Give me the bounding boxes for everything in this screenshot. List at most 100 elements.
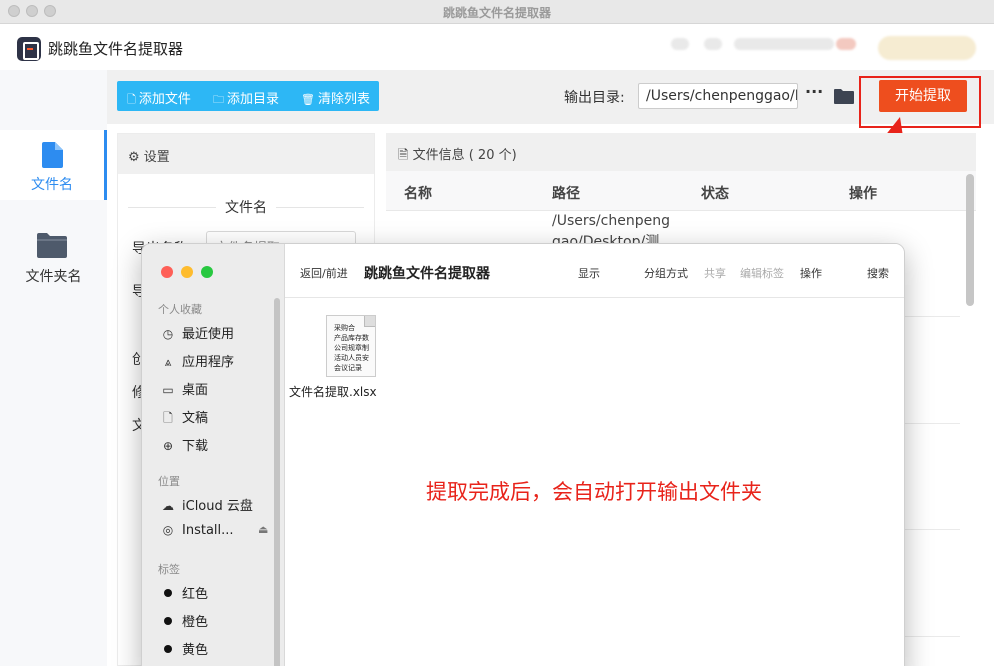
window-title: 跳跳鱼文件名提取器 xyxy=(442,6,551,20)
file-info-icon: 🗎 xyxy=(398,148,409,163)
sidebar-item-label: 红色 xyxy=(182,587,209,602)
app-logo-icon xyxy=(17,37,41,61)
add-file-label: 添加文件 xyxy=(138,92,191,107)
sidebar-item-install[interactable]: ◎ Install... ⏏ xyxy=(160,523,270,541)
sidebar-item-documents[interactable]: 🗋 文稿 xyxy=(160,407,209,426)
action-button[interactable]: 操作 xyxy=(800,265,822,281)
file-icon xyxy=(42,142,63,168)
nav-label-filename: 文件名 xyxy=(31,177,73,193)
favorites-section-label: 个人收藏 xyxy=(158,303,202,316)
disk-icon: ◎ xyxy=(162,523,174,537)
add-directory-label: 添加目录 xyxy=(227,92,280,107)
file-list-scrollbar[interactable] xyxy=(966,174,974,306)
app-name: 跳跳鱼文件名提取器 xyxy=(48,40,184,58)
sidebar-item-label: 最近使用 xyxy=(182,327,235,342)
trash-icon: 🗑 xyxy=(301,93,315,106)
nav-label-foldername: 文件夹名 xyxy=(25,269,82,285)
add-file-icon: 🗋 xyxy=(127,93,136,106)
menu-icon[interactable] xyxy=(671,38,689,50)
edit-tags-button[interactable]: 编辑标签 xyxy=(740,265,784,281)
finder-sidebar: 个人收藏 ◷ 最近使用 ⩓ 应用程序 ▭ 桌面 🗋 文稿 ⊕ 下载 位置 ☁ iCloud … xyxy=(142,244,285,666)
applications-icon: ⩓ xyxy=(164,355,172,369)
sidebar-item-desktop[interactable]: ▭ 桌面 xyxy=(160,379,209,398)
output-dir-input[interactable]: /Users/chenpenggao/D xyxy=(638,83,798,109)
clock-icon: ◷ xyxy=(162,327,174,341)
sidebar-tag-yellow[interactable]: 黄色 xyxy=(160,639,209,658)
locations-section-label: 位置 xyxy=(158,475,180,488)
sidebar-item-label: iCloud 云盘 xyxy=(182,499,253,514)
sidebar-tag-red[interactable]: 红色 xyxy=(160,583,209,602)
share-button[interactable]: 共享 xyxy=(704,265,726,281)
finder-window: 个人收藏 ◷ 最近使用 ⩓ 应用程序 ▭ 桌面 🗋 文稿 ⊕ 下载 位置 ☁ iCloud … xyxy=(141,243,905,666)
add-file-button[interactable]: 🗋 添加文件 xyxy=(127,88,191,110)
column-path: 路径 xyxy=(552,186,580,202)
finder-sidebar-scrollbar[interactable] xyxy=(274,298,280,666)
finder-close-button[interactable] xyxy=(161,266,173,278)
column-status: 状态 xyxy=(701,186,729,202)
toolbar-button-group: 🗋 添加文件 🗀 添加目录 🗑 清除列表 xyxy=(117,81,379,111)
thumb-line: 产品库存数 xyxy=(334,334,369,342)
sidebar-tag-orange[interactable]: 橙色 xyxy=(160,611,209,630)
nav-item-filename[interactable]: 文件名 xyxy=(0,130,107,200)
finder-zoom-button[interactable] xyxy=(201,266,213,278)
vip-button[interactable] xyxy=(878,36,976,60)
open-folder-icon[interactable] xyxy=(834,88,854,104)
left-nav: 文件名 文件夹名 xyxy=(0,70,107,666)
start-extract-button[interactable]: 开始提取 xyxy=(879,80,967,112)
file-table-header: 名称 路径 状态 操作 xyxy=(386,171,976,211)
sidebar-item-label: 应用程序 xyxy=(182,355,235,370)
sidebar-item-icloud[interactable]: ☁ iCloud 云盘 xyxy=(160,495,253,514)
sidebar-item-label: 橙色 xyxy=(182,615,209,630)
download-icon: ⊕ xyxy=(162,439,174,453)
back-forward-button[interactable]: 返回/前进 xyxy=(300,265,348,281)
search-button[interactable]: 搜索 xyxy=(867,265,889,281)
page-fold xyxy=(364,316,375,327)
finder-toolbar: 返回/前进 跳跳鱼文件名提取器 显示 分组方式 共享 编辑标签 操作 搜索 xyxy=(285,244,904,298)
settings-title: 设置 xyxy=(143,150,170,165)
xlsx-file-icon[interactable]: 采购合 产品库存数 公司规章制 活动人员安 会议记录 xyxy=(326,315,376,377)
cloud-icon: ☁ xyxy=(162,499,174,513)
more-button[interactable]: ··· xyxy=(805,82,823,101)
finder-window-title: 跳跳鱼文件名提取器 xyxy=(364,266,490,282)
clear-list-button[interactable]: 🗑 清除列表 xyxy=(301,88,370,107)
finder-content: 采购合 产品库存数 公司规章制 活动人员安 会议记录 文件名提取.xlsx 提取… xyxy=(285,298,904,666)
badge-icon xyxy=(836,38,856,50)
document-icon: 🗋 xyxy=(163,411,173,425)
output-dir-label: 输出目录: xyxy=(564,90,625,106)
clear-list-label: 清除列表 xyxy=(317,92,370,107)
sidebar-item-label: Install... xyxy=(182,523,234,538)
sidebar-item-label: 文稿 xyxy=(182,411,209,426)
thumb-line: 采购合 xyxy=(334,324,355,332)
file-info-header: 🗎 文件信息 ( 20 个) xyxy=(386,133,976,171)
account-info xyxy=(734,38,834,50)
sidebar-item-label: 黄色 xyxy=(182,643,209,658)
sidebar-item-label: 桌面 xyxy=(182,383,209,398)
annotation-text: 提取完成后，会自动打开输出文件夹 xyxy=(426,480,762,504)
sidebar-item-applications[interactable]: ⩓ 应用程序 xyxy=(160,351,235,370)
app-header: 跳跳鱼文件名提取器 xyxy=(0,24,994,70)
tags-section-label: 标签 xyxy=(158,563,180,576)
file-info-title: 文件信息 ( 20 个) xyxy=(412,148,517,163)
tag-dot-icon xyxy=(164,645,172,653)
desktop-icon: ▭ xyxy=(162,383,174,397)
nav-item-foldername[interactable]: 文件夹名 xyxy=(0,222,107,292)
add-directory-button[interactable]: 🗀 添加目录 xyxy=(213,88,279,110)
thumb-line: 活动人员安 xyxy=(334,354,369,362)
view-button[interactable]: 显示 xyxy=(578,265,600,281)
thumb-line: 会议记录 xyxy=(334,364,362,372)
finder-minimize-button[interactable] xyxy=(181,266,193,278)
user-icon[interactable] xyxy=(704,38,722,50)
eject-icon[interactable]: ⏏ xyxy=(258,523,268,536)
add-folder-icon: 🗀 xyxy=(213,93,224,106)
settings-header: ⚙ 设置 xyxy=(118,134,374,174)
sidebar-item-label: 下载 xyxy=(182,439,209,454)
gear-icon: ⚙ xyxy=(128,150,140,165)
column-name: 名称 xyxy=(404,186,432,202)
sidebar-item-recents[interactable]: ◷ 最近使用 xyxy=(160,323,235,342)
group-by-button[interactable]: 分组方式 xyxy=(644,265,688,281)
sidebar-item-downloads[interactable]: ⊕ 下载 xyxy=(160,435,209,454)
thumb-line: 公司规章制 xyxy=(334,344,369,352)
column-action: 操作 xyxy=(849,186,877,202)
folder-icon xyxy=(37,233,67,258)
tag-dot-icon xyxy=(164,617,172,625)
